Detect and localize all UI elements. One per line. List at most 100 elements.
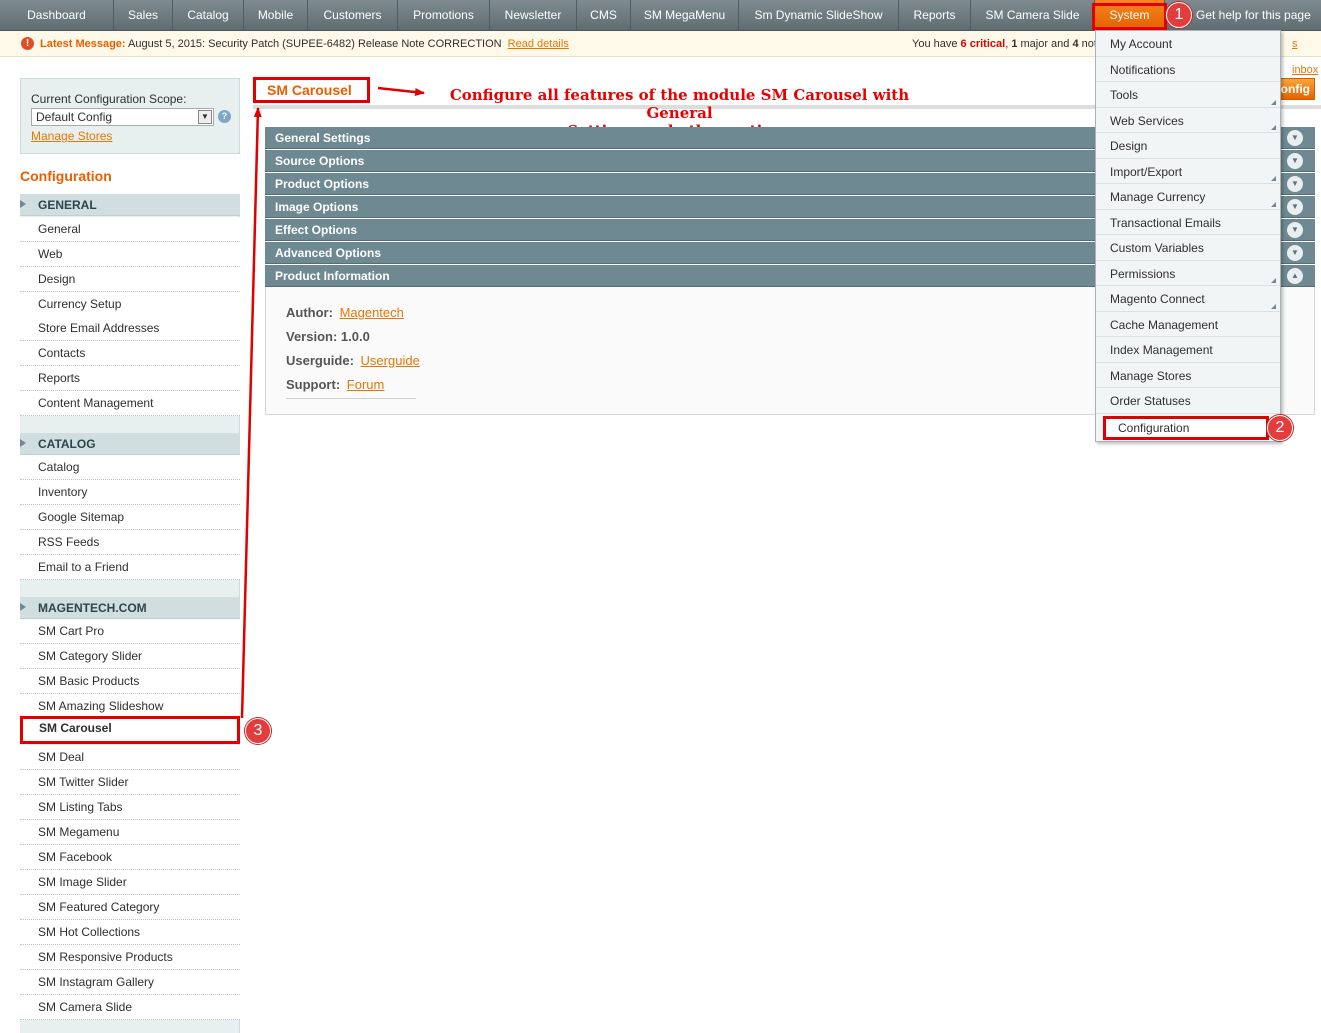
menu-item-label: Manage Stores: [1110, 368, 1192, 383]
expand-icon[interactable]: ▼: [1287, 130, 1303, 146]
sidebar-item-sm-carousel[interactable]: SM Carousel: [20, 716, 240, 744]
nav-customers[interactable]: Customers: [308, 0, 398, 31]
userguide-link[interactable]: Userguide: [361, 353, 420, 368]
menu-item-import-export[interactable]: Import/Export: [1096, 159, 1280, 184]
submenu-indicator-icon: [1271, 176, 1276, 181]
sidebar-item-google-sitemap[interactable]: Google Sitemap: [20, 505, 240, 530]
menu-item-magento-connect[interactable]: Magento Connect: [1096, 286, 1280, 312]
latest-message: Latest Message: August 5, 2015: Security…: [40, 31, 569, 57]
author-label: Author:: [286, 305, 333, 320]
inbox-link[interactable]: s inbox: [1292, 31, 1321, 83]
nav-promotions[interactable]: Promotions: [398, 0, 490, 31]
menu-item-label: Import/Export: [1110, 164, 1183, 179]
sidebar-item-sm-listing-tabs[interactable]: SM Listing Tabs: [20, 795, 240, 820]
info-version: Version: 1.0.0: [286, 329, 370, 344]
manage-stores-link[interactable]: Manage Stores: [31, 129, 112, 143]
scope-select-value: Default Config: [36, 110, 113, 124]
menu-item-notifications[interactable]: Notifications: [1096, 57, 1280, 82]
menu-item-label: Order Statuses: [1110, 394, 1191, 408]
menu-item-tools[interactable]: Tools: [1096, 82, 1280, 108]
expand-icon[interactable]: ▼: [1287, 222, 1303, 238]
system-dropdown-menu: My Account Notifications Tools Web Servi…: [1095, 30, 1281, 442]
help-icon[interactable]: ?: [218, 110, 231, 123]
sidebar-item-inventory[interactable]: Inventory: [20, 480, 240, 505]
nav-reports[interactable]: Reports: [899, 0, 971, 31]
sidebar-item-sm-featured-category[interactable]: SM Featured Category: [20, 895, 240, 920]
notifications-prefix: You have: [912, 38, 958, 50]
nav-cms[interactable]: CMS: [577, 0, 631, 31]
sidebar-group-catalog[interactable]: CATALOG: [20, 433, 240, 455]
sidebar-item-sm-category-slider[interactable]: SM Category Slider: [20, 644, 240, 669]
sidebar-item-sm-image-slider[interactable]: SM Image Slider: [20, 870, 240, 895]
notifications-summary: You have 6 critical, 1 major and 4 noti: [912, 38, 1100, 50]
menu-item-my-account[interactable]: My Account: [1096, 31, 1280, 57]
menu-item-order-statuses[interactable]: Order Statuses: [1096, 388, 1280, 414]
nav-catalog[interactable]: Catalog: [173, 0, 244, 31]
sidebar-item-catalog[interactable]: Catalog: [20, 455, 240, 480]
nav-sales[interactable]: Sales: [114, 0, 173, 31]
sidebar-group-magentech[interactable]: MAGENTECH.COM: [20, 597, 240, 619]
sidebar-item-rss-feeds[interactable]: RSS Feeds: [20, 530, 240, 555]
section-title: Product Information: [275, 269, 390, 283]
expand-icon[interactable]: ▼: [1287, 245, 1303, 261]
group-title: MAGENTECH.COM: [38, 601, 147, 615]
sidebar-item-email-to-a-friend[interactable]: Email to a Friend: [20, 555, 240, 580]
critical-count[interactable]: 6 critical: [961, 38, 1006, 50]
menu-item-label: Transactional Emails: [1110, 215, 1221, 230]
sidebar-item-sm-facebook[interactable]: SM Facebook: [20, 845, 240, 870]
sidebar-item-sm-deal[interactable]: SM Deal: [20, 745, 240, 770]
menu-item-manage-currency[interactable]: Manage Currency: [1096, 184, 1280, 210]
nav-sm-megamenu[interactable]: SM MegaMenu: [631, 0, 739, 31]
help-link[interactable]: Get help for this page: [1196, 0, 1311, 31]
sidebar-item-reports[interactable]: Reports: [20, 366, 240, 391]
expand-icon[interactable]: ▼: [1287, 199, 1303, 215]
nav-sm-camera-slide[interactable]: SM Camera Slide: [971, 0, 1095, 31]
sidebar-item-sm-cart-pro[interactable]: SM Cart Pro: [20, 619, 240, 644]
expand-icon[interactable]: ▼: [1287, 176, 1303, 192]
menu-item-configuration[interactable]: Configuration: [1103, 416, 1269, 440]
menu-item-custom-variables[interactable]: Custom Variables: [1096, 235, 1280, 261]
menu-item-label: Notifications: [1110, 62, 1176, 77]
sidebar-item-store-email-addresses[interactable]: Store Email Addresses: [20, 316, 240, 341]
sidebar-item-design[interactable]: Design: [20, 267, 240, 292]
scope-select[interactable]: Default Config ▼: [31, 108, 214, 126]
menu-item-cache-management[interactable]: Cache Management: [1096, 312, 1280, 337]
read-details-link[interactable]: Read details: [508, 38, 569, 50]
menu-item-design[interactable]: Design: [1096, 133, 1280, 159]
group-title: GENERAL: [38, 198, 97, 212]
sidebar-item-sm-responsive-products[interactable]: SM Responsive Products: [20, 945, 240, 970]
nav-sm-dynamic-slideshow[interactable]: Sm Dynamic SlideShow: [739, 0, 899, 31]
menu-item-web-services[interactable]: Web Services: [1096, 108, 1280, 133]
sidebar-item-contacts[interactable]: Contacts: [20, 341, 240, 366]
sidebar-item-sm-hot-collections[interactable]: SM Hot Collections: [20, 920, 240, 945]
collapse-icon[interactable]: ▲: [1287, 268, 1303, 284]
arrow-to-title: [240, 107, 262, 719]
sidebar-group-general[interactable]: GENERAL: [20, 194, 240, 216]
menu-item-permissions[interactable]: Permissions: [1096, 261, 1280, 286]
sidebar-item-sm-twitter-slider[interactable]: SM Twitter Slider: [20, 770, 240, 795]
sidebar-item-currency-setup[interactable]: Currency Setup: [20, 292, 240, 317]
sidebar-item-sm-instagram-gallery[interactable]: SM Instagram Gallery: [20, 970, 240, 995]
nav-newsletter[interactable]: Newsletter: [490, 0, 577, 31]
sidebar-item-sm-megamenu[interactable]: SM Megamenu: [20, 820, 240, 845]
menu-item-index-management[interactable]: Index Management: [1096, 337, 1280, 363]
menu-item-label: Web Services: [1110, 113, 1184, 128]
annotation-line-1: Configure all features of the module SM …: [449, 86, 910, 122]
nav-mobile[interactable]: Mobile: [244, 0, 308, 31]
menu-item-transactional-emails[interactable]: Transactional Emails: [1096, 210, 1280, 235]
menu-item-manage-stores[interactable]: Manage Stores: [1096, 363, 1280, 388]
sidebar-item-general[interactable]: General: [20, 217, 240, 242]
author-link[interactable]: Magentech: [340, 305, 404, 320]
sidebar-item-sm-camera-slide[interactable]: SM Camera Slide: [20, 995, 240, 1020]
chevron-down-icon[interactable]: ▼: [198, 110, 212, 124]
expand-icon[interactable]: ▼: [1287, 153, 1303, 169]
sidebar-item-content-management[interactable]: Content Management: [20, 391, 240, 416]
section-title: Product Options: [275, 177, 369, 191]
save-config-button[interactable]: onfig: [1276, 78, 1315, 100]
sidebar-title: Configuration: [20, 154, 240, 194]
scope-label: Current Configuration Scope:: [31, 92, 187, 106]
sidebar-item-web[interactable]: Web: [20, 242, 240, 267]
support-link[interactable]: Forum: [347, 377, 385, 392]
nav-dashboard[interactable]: Dashboard: [0, 0, 114, 31]
sidebar-item-sm-basic-products[interactable]: SM Basic Products: [20, 669, 240, 694]
